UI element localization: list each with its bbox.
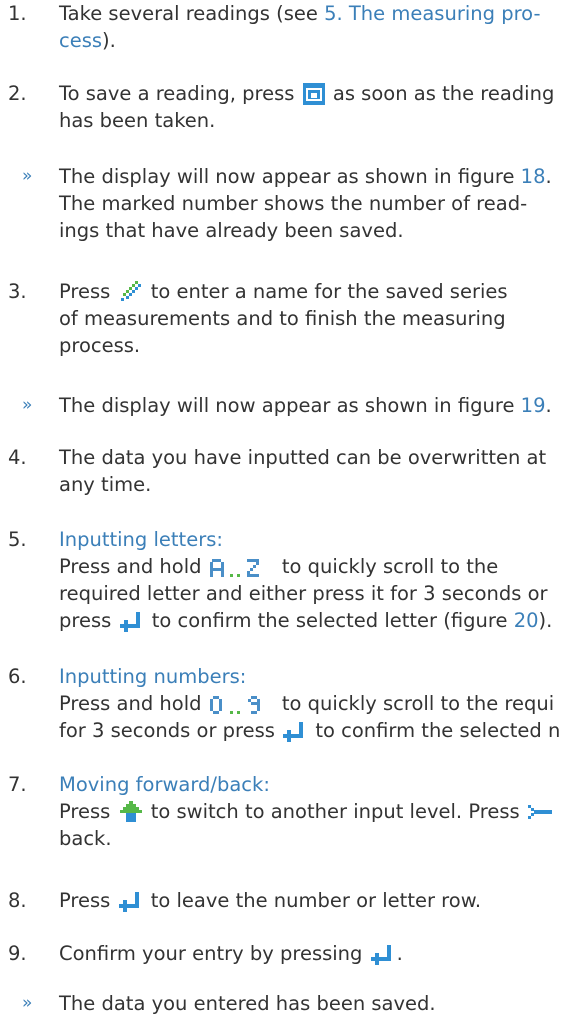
enter-icon — [119, 610, 144, 632]
a-to-z-icon — [209, 556, 274, 578]
back-icon — [527, 801, 554, 823]
enter-icon — [283, 720, 307, 742]
result-marker: » — [22, 166, 33, 186]
step-heading: Moving forward/back: — [59, 773, 270, 796]
step-number: 9. — [8, 942, 27, 965]
shift-up-icon — [119, 801, 143, 823]
step-heading: Inputting numbers: — [59, 665, 247, 688]
pencil-icon — [119, 279, 143, 303]
result-marker: » — [22, 395, 33, 415]
section-link[interactable]: 5. The measuring pro- — [324, 2, 540, 25]
figure-reference[interactable]: 18 — [521, 165, 546, 188]
step-number: 8. — [8, 889, 27, 912]
step-number: 1. — [8, 2, 27, 25]
figure-reference[interactable]: 19 — [521, 394, 546, 417]
figure-reference[interactable]: 20 — [514, 609, 539, 632]
save-icon — [302, 83, 325, 105]
step-number: 5. — [8, 528, 27, 551]
step-number: 7. — [8, 773, 27, 796]
step-number: 6. — [8, 665, 27, 688]
step-number: 2. — [8, 82, 27, 105]
result-marker: » — [22, 993, 33, 1013]
enter-icon — [118, 890, 143, 912]
section-link-continued[interactable]: cess — [59, 29, 102, 52]
step-number: 3. — [8, 280, 27, 303]
step-heading: Inputting letters: — [59, 528, 223, 551]
enter-icon — [370, 943, 395, 965]
zero-to-nine-icon — [209, 693, 274, 715]
step-number: 4. — [8, 446, 27, 469]
